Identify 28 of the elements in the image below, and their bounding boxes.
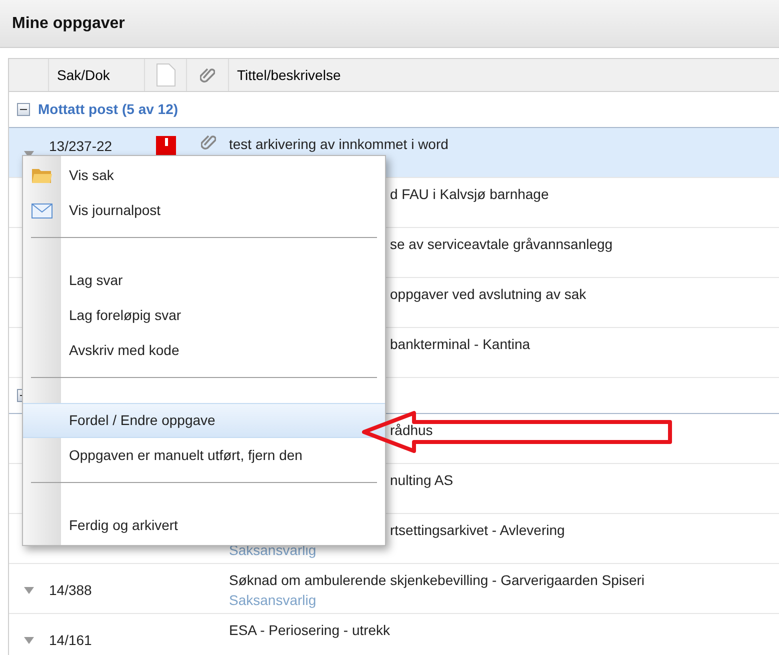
document-icon[interactable] <box>156 63 176 87</box>
expand-triangle-icon[interactable] <box>24 637 34 644</box>
menu-item[interactable]: Vis journalpost <box>23 193 385 228</box>
case-number: 14/388 <box>49 581 92 600</box>
column-header[interactable]: Sak/Dok <box>57 64 110 86</box>
task-title: ESA - Periosering - utrekk <box>229 621 390 640</box>
task-title: rtsettingsarkivet - Avlevering <box>390 521 565 540</box>
responsible-label: Saksansvarlig <box>229 591 316 610</box>
task-title: nulting AS <box>390 471 454 490</box>
task-title: d FAU i Kalvsjø barnhage <box>390 185 549 204</box>
case-number: 14/161 <box>49 631 92 650</box>
task-title: Søknad om ambulerende skjenkebevilling - Garverigaarden Spiseri <box>229 571 645 590</box>
menu-item[interactable]: Fordel / Endre oppgave <box>23 403 385 438</box>
task-title: oppgaver ved avslutning av sak <box>390 285 586 304</box>
collapse-toggle[interactable] <box>17 103 30 116</box>
panel-title: Mine oppgaver <box>12 14 125 34</box>
task-title: rådhus <box>390 421 433 440</box>
task-title: bankterminal - Kantina <box>390 335 530 354</box>
task-title: se av serviceavtale gråvannsanlegg <box>390 235 613 254</box>
column-header[interactable]: Tittel/beskrivelse <box>237 64 341 86</box>
expand-triangle-icon[interactable] <box>24 587 34 594</box>
paperclip-icon <box>200 68 215 82</box>
responsible-label: Saksansvarlig <box>229 541 316 560</box>
menu-item[interactable]: Avskriv med kode <box>23 333 385 368</box>
group-label: Mottatt post (5 av 12) <box>38 100 178 119</box>
case-number: 13/237-22 <box>49 137 112 156</box>
envelope-icon <box>31 202 53 218</box>
task-title: test arkivering av innkommet i word <box>229 135 448 154</box>
